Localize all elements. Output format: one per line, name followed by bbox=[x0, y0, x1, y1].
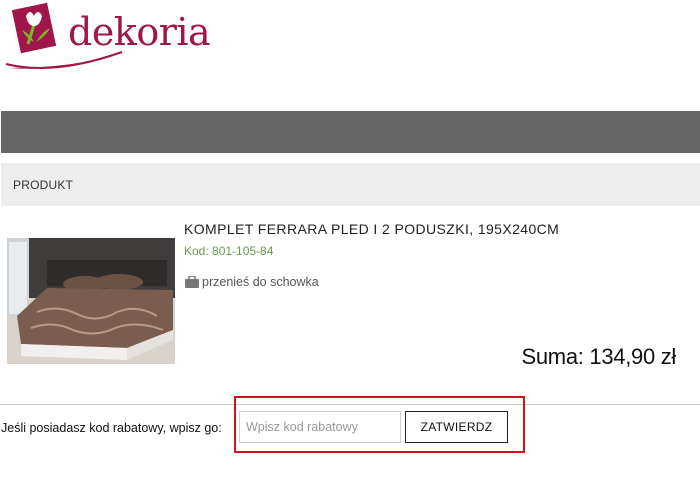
coupon-label: Jeśli posiadasz kod rabatowy, wpisz go: bbox=[1, 421, 222, 435]
bedroom-photo bbox=[7, 238, 175, 364]
product-image[interactable] bbox=[7, 238, 175, 364]
cart-total: Suma: 134,90 zł bbox=[521, 344, 677, 369]
top-gray-bar bbox=[1, 111, 700, 153]
briefcase-icon bbox=[185, 276, 199, 288]
header-product-label: PRODUKT bbox=[13, 178, 74, 192]
coupon-code-input[interactable] bbox=[239, 411, 401, 443]
product-code: Kod: 801-105-84 bbox=[184, 244, 274, 258]
move-to-wishlist-link[interactable]: przenieś do schowka bbox=[185, 275, 319, 289]
product-name[interactable]: KOMPLET FERRARA PLED I 2 PODUSZKI, 195X2… bbox=[184, 221, 559, 237]
brand-name: dekoria bbox=[68, 10, 211, 54]
dekoria-logo[interactable]: dekoria bbox=[4, 2, 211, 72]
apply-coupon-button[interactable]: ZATWIERDZ bbox=[405, 411, 508, 443]
cart-table-header: PRODUKT bbox=[1, 163, 700, 206]
wishlist-label: przenieś do schowka bbox=[202, 275, 319, 289]
